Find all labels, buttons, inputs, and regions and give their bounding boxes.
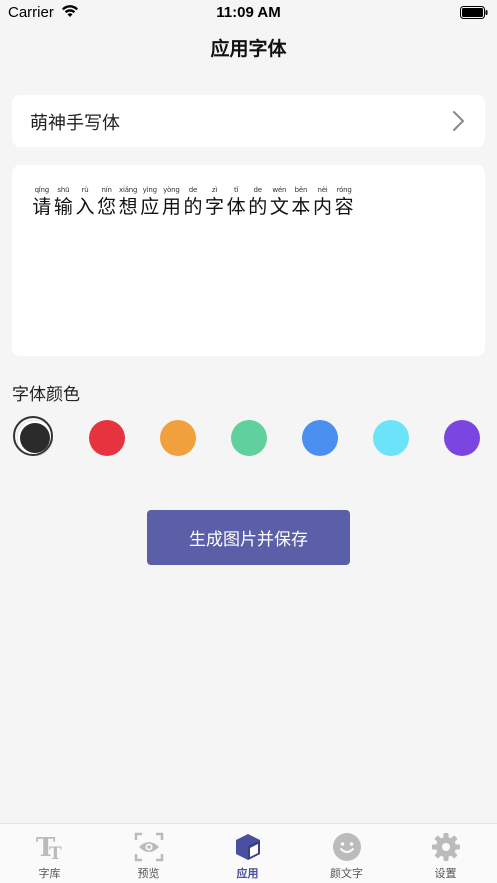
hanzi-char: 您 bbox=[97, 196, 117, 218]
color-swatch[interactable] bbox=[444, 420, 480, 456]
color-swatch[interactable] bbox=[89, 420, 125, 456]
tab-font-library[interactable]: T T 字库 bbox=[0, 824, 99, 883]
pinyin-char: zì 字 bbox=[204, 185, 226, 218]
hanzi-char: 字 bbox=[205, 196, 225, 218]
hanzi-char: 文 bbox=[269, 196, 289, 218]
pinyin-char: nèi 内 bbox=[312, 185, 334, 218]
pinyin-reading: nèi bbox=[317, 186, 328, 194]
pinyin-reading: yìng bbox=[142, 186, 157, 194]
pinyin-char: xiǎng 想 bbox=[117, 185, 139, 218]
font-color-title: 字体颜色 bbox=[12, 385, 80, 405]
hanzi-char: 的 bbox=[248, 196, 268, 218]
tab-settings[interactable]: 设置 bbox=[396, 824, 495, 883]
font-library-icon: T T bbox=[36, 833, 62, 862]
pinyin-char: shū 输 bbox=[53, 185, 75, 218]
tab-preview[interactable]: 预览 bbox=[99, 824, 198, 883]
status-time: 11:09 AM bbox=[216, 4, 281, 21]
pinyin-char: tǐ 体 bbox=[225, 185, 247, 218]
pinyin-reading: tǐ bbox=[233, 186, 239, 194]
tab-label: 设置 bbox=[434, 867, 457, 880]
pinyin-char: qǐng 请 bbox=[31, 185, 53, 218]
pinyin-char: de 的 bbox=[247, 185, 269, 218]
tab-apply[interactable]: 应用 bbox=[198, 824, 297, 883]
hanzi-char: 应 bbox=[140, 196, 160, 218]
color-swatch[interactable] bbox=[231, 420, 267, 456]
pinyin-char: róng 容 bbox=[333, 185, 355, 218]
apply-cube-icon bbox=[235, 834, 260, 860]
pinyin-char: yòng 用 bbox=[161, 185, 183, 218]
generate-save-button[interactable]: 生成图片并保存 bbox=[147, 510, 350, 565]
pinyin-reading: wén bbox=[272, 186, 287, 194]
smiley-icon bbox=[332, 833, 361, 861]
status-bar: Carrier 11:09 AM bbox=[0, 0, 497, 26]
hanzi-char: 体 bbox=[226, 196, 246, 218]
tab-emoticon[interactable]: 颜文字 bbox=[297, 824, 396, 883]
hanzi-char: 输 bbox=[53, 196, 73, 218]
hanzi-char: 入 bbox=[75, 196, 95, 218]
hanzi-char: 用 bbox=[161, 196, 181, 218]
font-selector-value: 萌神手写体 bbox=[30, 113, 120, 134]
pinyin-reading: běn bbox=[294, 186, 308, 194]
hanzi-char: 想 bbox=[118, 196, 138, 218]
tab-bar: T T 字库 预览 应用 颜文字 设置 bbox=[0, 823, 497, 883]
pinyin-reading: zì bbox=[211, 186, 218, 194]
preview-eye-icon bbox=[134, 832, 163, 862]
hanzi-char: 请 bbox=[32, 196, 52, 218]
pinyin-text-row: qǐng 请 shū 输 rù 入 nín 您 xiǎng 想 yìng 应 yòng 用 de 的 zì 字 tǐ… bbox=[31, 185, 355, 218]
page-title: 应用字体 bbox=[210, 38, 287, 60]
color-swatch[interactable] bbox=[373, 420, 409, 456]
svg-text:T: T bbox=[49, 844, 62, 862]
pinyin-reading: shū bbox=[57, 186, 70, 194]
pinyin-reading: de bbox=[188, 186, 198, 194]
pinyin-reading: qǐng bbox=[34, 186, 50, 194]
color-swatch[interactable] bbox=[302, 420, 338, 456]
color-swatch[interactable] bbox=[160, 420, 196, 456]
pinyin-reading: de bbox=[253, 186, 263, 194]
pinyin-char: yìng 应 bbox=[139, 185, 161, 218]
tab-label: 应用 bbox=[236, 867, 259, 880]
hanzi-char: 内 bbox=[313, 196, 333, 218]
gear-icon bbox=[431, 833, 460, 861]
font-selector[interactable]: 萌神手写体 bbox=[12, 95, 485, 147]
hanzi-char: 的 bbox=[183, 196, 203, 218]
tab-label: 颜文字 bbox=[330, 867, 363, 880]
pinyin-reading: rù bbox=[81, 186, 89, 194]
chevron-right-icon bbox=[453, 111, 464, 131]
tab-label: 字库 bbox=[38, 867, 61, 880]
pinyin-reading: róng bbox=[336, 186, 352, 194]
tab-label: 预览 bbox=[137, 867, 160, 880]
pinyin-char: de 的 bbox=[182, 185, 204, 218]
pinyin-reading: xiǎng bbox=[119, 186, 138, 194]
pinyin-char: wén 文 bbox=[269, 185, 291, 218]
pinyin-reading: yòng bbox=[163, 186, 180, 194]
text-input-area[interactable]: qǐng 请 shū 输 rù 入 nín 您 xiǎng 想 yìng 应 yòng 用 de 的 zì 字 tǐ… bbox=[12, 165, 485, 356]
text-input-placeholder: qǐng 请 shū 输 rù 入 nín 您 xiǎng 想 yìng 应 yòng 用 de 的 zì 字 tǐ… bbox=[31, 185, 355, 218]
color-swatch[interactable] bbox=[13, 416, 53, 456]
hanzi-char: 本 bbox=[291, 196, 311, 218]
battery-icon bbox=[460, 6, 488, 19]
pinyin-reading: nín bbox=[101, 186, 112, 194]
pinyin-char: běn 本 bbox=[290, 185, 312, 218]
hanzi-char: 容 bbox=[334, 196, 354, 218]
pinyin-char: nín 您 bbox=[96, 185, 118, 218]
pinyin-char: rù 入 bbox=[74, 185, 96, 218]
